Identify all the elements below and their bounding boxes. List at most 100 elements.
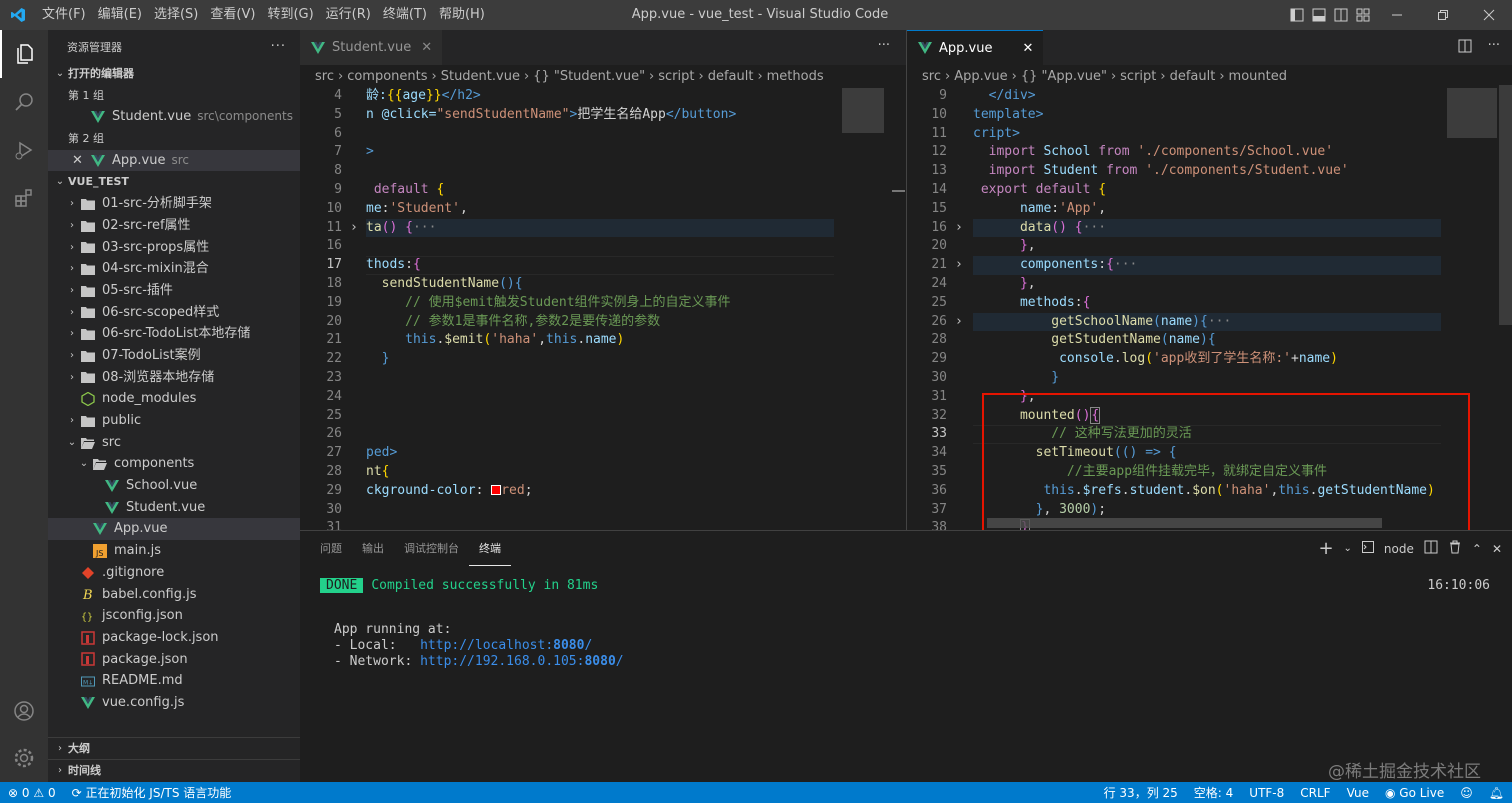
menu-item-6[interactable]: 终端(T) xyxy=(377,0,433,30)
close-window-icon[interactable] xyxy=(1466,0,1512,30)
language-init-status[interactable]: ⟳ 正在初始化 JS/TS 语言功能 xyxy=(64,784,240,801)
scrollbar-thumb[interactable] xyxy=(892,190,905,192)
settings-gear-icon[interactable] xyxy=(0,734,48,782)
fold-chevron-icon[interactable]: › xyxy=(955,313,963,332)
open-editor-app[interactable]: ✕ App.vue src xyxy=(48,149,300,172)
explorer-icon[interactable] xyxy=(0,30,48,78)
fold-chevron-icon[interactable]: › xyxy=(350,219,358,238)
close-tab-icon[interactable]: ✕ xyxy=(1022,41,1033,56)
restore-icon[interactable] xyxy=(1420,0,1466,30)
toggle-secondary-sidebar-icon[interactable] xyxy=(1330,0,1352,30)
indentation[interactable]: 空格: 4 xyxy=(1186,784,1242,801)
network-port[interactable]: 8080 xyxy=(584,654,615,669)
more-actions-icon[interactable]: ··· xyxy=(271,39,286,54)
panel-tab[interactable]: 终端 xyxy=(469,531,511,566)
network-url[interactable]: http://192.168.0.105: xyxy=(420,654,584,669)
tree-item[interactable]: M↓ README.md xyxy=(48,670,300,692)
tree-item[interactable]: ⌄ src xyxy=(48,432,300,454)
menu-item-5[interactable]: 运行(R) xyxy=(320,0,377,30)
split-terminal-icon[interactable] xyxy=(1424,540,1438,557)
toggle-panel-icon[interactable] xyxy=(1308,0,1330,30)
problems-status[interactable]: ⊗ 0 ⚠ 0 xyxy=(0,786,64,800)
tree-item[interactable]: node_modules xyxy=(48,388,300,410)
minimap[interactable] xyxy=(842,88,884,133)
minimap[interactable] xyxy=(1447,88,1497,138)
editor-more-icon[interactable]: ··· xyxy=(878,38,890,53)
breadcrumb-item[interactable]: methods xyxy=(767,69,824,84)
search-icon[interactable] xyxy=(0,78,48,126)
cursor-position[interactable]: 行 33，列 25 xyxy=(1096,784,1186,801)
breadcrumb-item[interactable]: Student.vue xyxy=(441,69,520,84)
tree-item[interactable]: ⌄ components xyxy=(48,453,300,475)
menu-item-1[interactable]: 编辑(E) xyxy=(92,0,148,30)
tree-item[interactable]: › 01-src-分析脚手架 xyxy=(48,193,300,215)
tree-item[interactable]: .gitignore xyxy=(48,562,300,584)
terminal-shell-name[interactable]: node xyxy=(1384,542,1414,556)
menu-item-0[interactable]: 文件(F) xyxy=(36,0,92,30)
close-editor-icon[interactable]: ✕ xyxy=(72,150,90,172)
tree-item[interactable]: › 02-src-ref属性 xyxy=(48,215,300,237)
tab-app-vue[interactable]: App.vue ✕ xyxy=(907,30,1044,65)
local-url[interactable]: http://localhost: xyxy=(420,638,553,653)
editor-more-icon[interactable]: ··· xyxy=(1488,38,1500,53)
trash-icon[interactable] xyxy=(1448,540,1462,557)
breadcrumb-item[interactable]: script xyxy=(658,69,694,84)
panel-tab[interactable]: 调试控制台 xyxy=(394,531,469,566)
menu-item-7[interactable]: 帮助(H) xyxy=(433,0,491,30)
breadcrumb-item[interactable]: default xyxy=(708,69,754,84)
fold-chevron-icon[interactable]: › xyxy=(955,256,963,275)
tree-item[interactable]: JS main.js xyxy=(48,540,300,562)
breadcrumb-item[interactable]: default xyxy=(1170,69,1216,84)
tree-item[interactable]: › 06-src-scoped样式 xyxy=(48,302,300,324)
tree-item[interactable]: › 04-src-mixin混合 xyxy=(48,258,300,280)
menu-item-2[interactable]: 选择(S) xyxy=(148,0,204,30)
extensions-icon[interactable] xyxy=(0,174,48,222)
tab-student-vue[interactable]: Student.vue ✕ xyxy=(300,30,443,65)
tree-item[interactable]: › 08-浏览器本地存储 xyxy=(48,367,300,389)
tree-item[interactable]: › public xyxy=(48,410,300,432)
breadcrumb-item[interactable]: {} "Student.vue" xyxy=(533,69,645,84)
breadcrumb-item[interactable]: components xyxy=(347,69,427,84)
notifications-icon[interactable]: 🔔︎ xyxy=(1481,786,1512,800)
close-tab-icon[interactable]: ✕ xyxy=(421,40,432,55)
go-live-button[interactable]: ◉ Go Live xyxy=(1377,786,1452,800)
breadcrumb-item[interactable]: script xyxy=(1120,69,1156,84)
new-terminal-icon[interactable]: + xyxy=(1318,539,1333,557)
minimize-icon[interactable] xyxy=(1374,0,1420,30)
tree-item[interactable]: Student.vue xyxy=(48,497,300,519)
panel-tab[interactable]: 问题 xyxy=(310,531,352,566)
project-header[interactable]: ⌄ VUE_TEST xyxy=(48,171,300,193)
breadcrumb-item[interactable]: src xyxy=(922,69,941,84)
open-editors-header[interactable]: ⌄ 打开的编辑器 xyxy=(48,63,300,85)
timeline-header[interactable]: › 时间线 xyxy=(48,759,300,781)
toggle-sidebar-icon[interactable] xyxy=(1286,0,1308,30)
breadcrumb-item[interactable]: {} "App.vue" xyxy=(1021,69,1107,84)
split-editor-icon[interactable] xyxy=(1458,39,1472,57)
tree-item[interactable]: package-lock.json xyxy=(48,627,300,649)
tree-item[interactable]: App.vue xyxy=(48,518,300,541)
tree-item[interactable]: package.json xyxy=(48,649,300,671)
menu-item-4[interactable]: 转到(G) xyxy=(261,0,319,30)
menu-item-3[interactable]: 查看(V) xyxy=(204,0,261,30)
run-debug-icon[interactable] xyxy=(0,126,48,174)
tree-item[interactable]: Bbabel.config.js xyxy=(48,584,300,606)
maximize-panel-icon[interactable]: ⌃ xyxy=(1472,542,1482,556)
encoding[interactable]: UTF-8 xyxy=(1241,786,1292,800)
panel-tab[interactable]: 输出 xyxy=(352,531,394,566)
tree-item[interactable]: {} jsconfig.json xyxy=(48,605,300,627)
tree-item[interactable]: › 05-src-插件 xyxy=(48,280,300,302)
tree-item[interactable]: › 03-src-props属性 xyxy=(48,237,300,259)
close-panel-icon[interactable]: ✕ xyxy=(1492,542,1502,556)
open-editor-student[interactable]: Student.vue src\components xyxy=(48,106,300,128)
language-mode[interactable]: Vue xyxy=(1339,786,1377,800)
line-ending[interactable]: CRLF xyxy=(1292,786,1338,800)
fold-chevron-icon[interactable]: › xyxy=(955,219,963,238)
terminal-output[interactable]: DONE Compiled successfully in 81ms 16:10… xyxy=(320,574,1490,670)
chevron-down-icon[interactable]: ⌄ xyxy=(1344,543,1352,554)
scrollbar-thumb[interactable] xyxy=(1499,85,1512,325)
outline-header[interactable]: › 大纲 xyxy=(48,737,300,759)
customize-layout-icon[interactable] xyxy=(1352,0,1374,30)
local-port[interactable]: 8080 xyxy=(553,638,584,653)
tree-item[interactable]: School.vue xyxy=(48,475,300,497)
tree-item[interactable]: › 07-TodoList案例 xyxy=(48,345,300,367)
